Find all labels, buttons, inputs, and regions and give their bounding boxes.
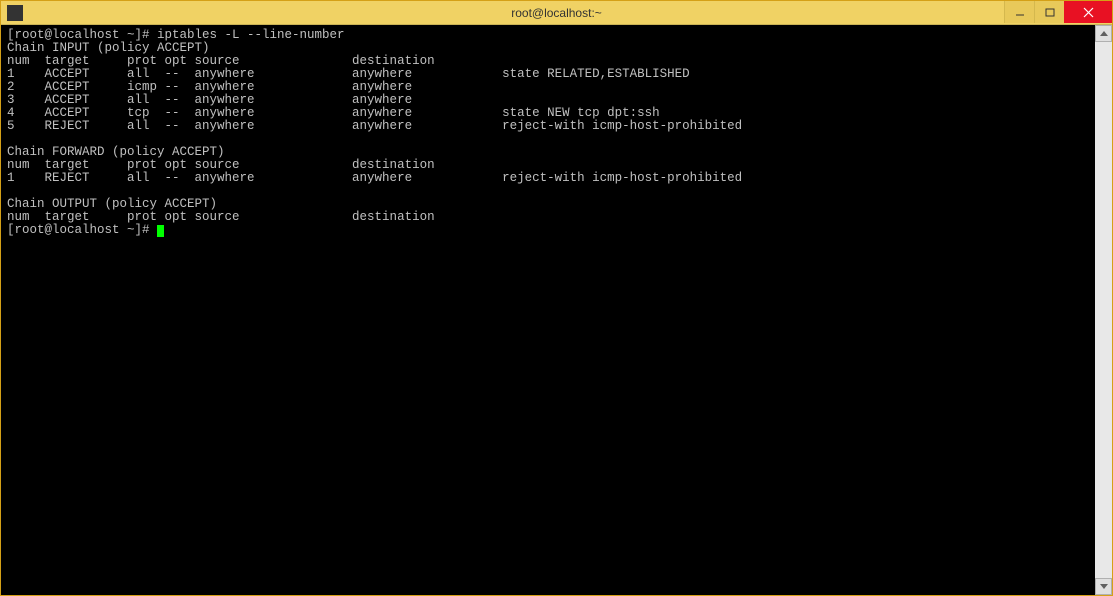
chain-forward-header: Chain FORWARD (policy ACCEPT) bbox=[7, 145, 225, 159]
table-header: num target prot opt source destination bbox=[7, 158, 502, 172]
maximize-button[interactable] bbox=[1034, 1, 1064, 23]
titlebar[interactable]: root@localhost:~ bbox=[1, 1, 1112, 25]
close-button[interactable] bbox=[1064, 1, 1112, 23]
prompt-line: [root@localhost ~]# iptables -L --line-n… bbox=[7, 28, 345, 42]
app-icon bbox=[7, 5, 23, 21]
table-header: num target prot opt source destination bbox=[7, 210, 502, 224]
scroll-down-button[interactable] bbox=[1095, 578, 1112, 595]
maximize-icon bbox=[1045, 7, 1055, 17]
cursor bbox=[157, 225, 164, 237]
close-icon bbox=[1083, 7, 1094, 18]
chevron-down-icon bbox=[1100, 584, 1108, 589]
window-controls bbox=[1004, 1, 1112, 23]
table-header: num target prot opt source destination bbox=[7, 54, 502, 68]
scroll-track[interactable] bbox=[1095, 42, 1112, 578]
terminal-area: [root@localhost ~]# iptables -L --line-n… bbox=[1, 25, 1112, 595]
prompt: [root@localhost ~]# bbox=[7, 28, 157, 42]
chain-input-header: Chain INPUT (policy ACCEPT) bbox=[7, 41, 210, 55]
minimize-button[interactable] bbox=[1004, 1, 1034, 23]
command-text: iptables -L --line-number bbox=[157, 28, 345, 42]
prompt: [root@localhost ~]# bbox=[7, 223, 157, 237]
table-row: 3 ACCEPT all -- anywhere anywhere bbox=[7, 93, 502, 107]
table-row: 1 ACCEPT all -- anywhere anywhere state … bbox=[7, 67, 697, 81]
minimize-icon bbox=[1015, 7, 1025, 17]
terminal-output[interactable]: [root@localhost ~]# iptables -L --line-n… bbox=[1, 25, 1095, 595]
window-title: root@localhost:~ bbox=[511, 6, 602, 20]
table-row: 2 ACCEPT icmp -- anywhere anywhere bbox=[7, 80, 502, 94]
table-row: 4 ACCEPT tcp -- anywhere anywhere state … bbox=[7, 106, 667, 120]
chain-output-header: Chain OUTPUT (policy ACCEPT) bbox=[7, 197, 217, 211]
prompt-line: [root@localhost ~]# bbox=[7, 223, 164, 237]
terminal-window: root@localhost:~ [root@localhost ~]# ipt… bbox=[0, 0, 1113, 596]
table-row: 1 REJECT all -- anywhere anywhere reject… bbox=[7, 171, 750, 185]
chevron-up-icon bbox=[1100, 31, 1108, 36]
scroll-up-button[interactable] bbox=[1095, 25, 1112, 42]
table-row: 5 REJECT all -- anywhere anywhere reject… bbox=[7, 119, 750, 133]
vertical-scrollbar[interactable] bbox=[1095, 25, 1112, 595]
